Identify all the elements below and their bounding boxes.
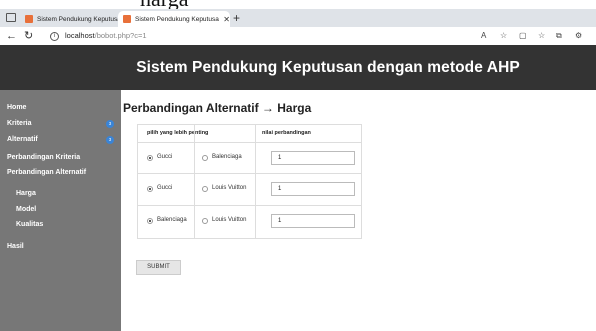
sidebar-item-hasil[interactable]: Hasil xyxy=(7,243,24,250)
radio-option-b[interactable] xyxy=(202,218,208,224)
site-favicon-icon xyxy=(123,15,131,23)
info-icon[interactable]: i xyxy=(50,31,59,41)
radio-option-a[interactable] xyxy=(147,155,153,161)
sidebar-item-perbandingan-alternatif[interactable]: Perbandingan Alternatif xyxy=(7,169,86,176)
tab-title: Sistem Pendukung Keputusan m xyxy=(37,15,119,23)
option-b-label: Louis Vuitton xyxy=(212,185,247,191)
read-aloud-icon[interactable]: A xyxy=(481,30,486,42)
option-a-label: Balenciaga xyxy=(157,217,187,223)
sidebar-item-kriteria[interactable]: Kriteria xyxy=(7,120,32,127)
split-screen-icon[interactable]: ▢ xyxy=(519,30,527,42)
option-a-label: Gucci xyxy=(157,185,173,191)
browser-tab-bar: Sistem Pendukung Keputusan m ✕ Sistem Pe… xyxy=(0,9,596,27)
new-tab-button[interactable]: + xyxy=(233,11,240,25)
sidebar-item-perbandingan-kriteria[interactable]: Perbandingan Kriteria xyxy=(7,154,80,161)
tab-title: Sistem Pendukung Keputusan m xyxy=(135,15,219,23)
url-path: /bobot.php?c=1 xyxy=(94,31,147,40)
radio-option-b[interactable] xyxy=(202,155,208,161)
favorite-icon[interactable]: ☆ xyxy=(500,30,507,42)
site-favicon-icon xyxy=(25,15,33,23)
comparison-table: pilih yang lebih penting nilai perbandin… xyxy=(137,124,362,239)
radio-option-a[interactable] xyxy=(147,218,153,224)
url-host: localhost xyxy=(65,31,95,40)
option-b-label: Louis Vuitton xyxy=(212,217,247,223)
tab-close-icon[interactable]: ✕ xyxy=(223,15,230,24)
address-bar-row: ← ↻ i localhost/bobot.php?c=1 A ☆ ▢ ☆ ⧉ … xyxy=(0,27,596,46)
submit-button[interactable]: SUBMIT xyxy=(136,260,181,275)
kriteria-count-badge: 3 xyxy=(106,120,114,128)
sidebar-item-alternatif[interactable]: Alternatif xyxy=(7,136,38,143)
table-header-value: nilai perbandingan xyxy=(262,130,311,136)
extensions-icon[interactable]: ⚙ xyxy=(575,30,582,42)
sidebar-item-harga[interactable]: Harga xyxy=(16,190,36,197)
favorites-bar-icon[interactable]: ☆ xyxy=(538,30,545,42)
page-header: Sistem Pendukung Keputusan dengan metode… xyxy=(0,45,596,90)
page-header-title: Sistem Pendukung Keputusan dengan metode… xyxy=(136,58,520,76)
option-a-label: Gucci xyxy=(157,154,173,160)
radio-option-a[interactable] xyxy=(147,186,153,192)
refresh-icon[interactable]: ↻ xyxy=(24,28,33,44)
collections-icon[interactable]: ⧉ xyxy=(556,30,562,42)
table-divider xyxy=(138,173,361,174)
option-b-label: Balenciaga xyxy=(212,154,242,160)
alternatif-count-badge: 3 xyxy=(106,136,114,144)
sidebar: Home Kriteria 3 Alternatif 3 Perbandinga… xyxy=(0,90,121,331)
browser-tab-2[interactable]: Sistem Pendukung Keputusan m ✕ xyxy=(118,11,230,27)
page-title: Perbandingan Alternatif → Harga xyxy=(123,101,312,115)
back-icon[interactable]: ← xyxy=(6,28,17,44)
table-divider xyxy=(138,205,361,206)
sidebar-item-model[interactable]: Model xyxy=(16,206,36,213)
main-content: Perbandingan Alternatif → Harga pilih ya… xyxy=(121,90,596,331)
table-header-choice: pilih yang lebih penting xyxy=(147,130,209,136)
comparison-value-input[interactable]: 1 xyxy=(271,214,355,228)
sidebar-item-kualitas[interactable]: Kualitas xyxy=(16,221,43,228)
url-field[interactable]: i localhost/bobot.php?c=1 xyxy=(50,29,460,43)
sidebar-item-home[interactable]: Home xyxy=(7,104,26,111)
comparison-value-input[interactable]: 1 xyxy=(271,182,355,196)
browser-tab-1[interactable]: Sistem Pendukung Keputusan m ✕ xyxy=(20,11,130,27)
comparison-value-input[interactable]: 1 xyxy=(271,151,355,165)
table-divider xyxy=(138,142,361,143)
radio-option-b[interactable] xyxy=(202,186,208,192)
table-column-divider xyxy=(194,125,195,238)
window-menu-icon[interactable] xyxy=(6,13,16,22)
table-column-divider xyxy=(255,125,256,238)
